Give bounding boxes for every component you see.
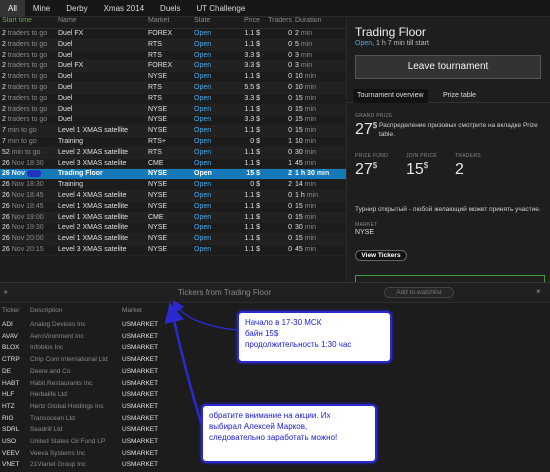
annotation-note-start: Начало в 17-30 МСК байн 15$ продолжитель… xyxy=(237,311,392,363)
note-line: продолжительность 1:30 час xyxy=(245,340,352,349)
note-line: выбирал Алексей Марков, xyxy=(209,422,308,431)
annotation-note-stocks: обратите внимание на акции. Их выбирал А… xyxy=(201,404,377,463)
trading-app: { "tabs": ["All", "Mine", "Derby", "Xmas… xyxy=(0,0,550,472)
note-line: следовательно заработать можно! xyxy=(209,433,338,442)
note-line: Начало в 17-30 МСК xyxy=(245,318,322,327)
annotation-arrow-icon xyxy=(164,300,238,429)
note-line: байн 15$ xyxy=(245,329,279,338)
note-line: обратите внимание на акции. Их xyxy=(209,411,331,420)
